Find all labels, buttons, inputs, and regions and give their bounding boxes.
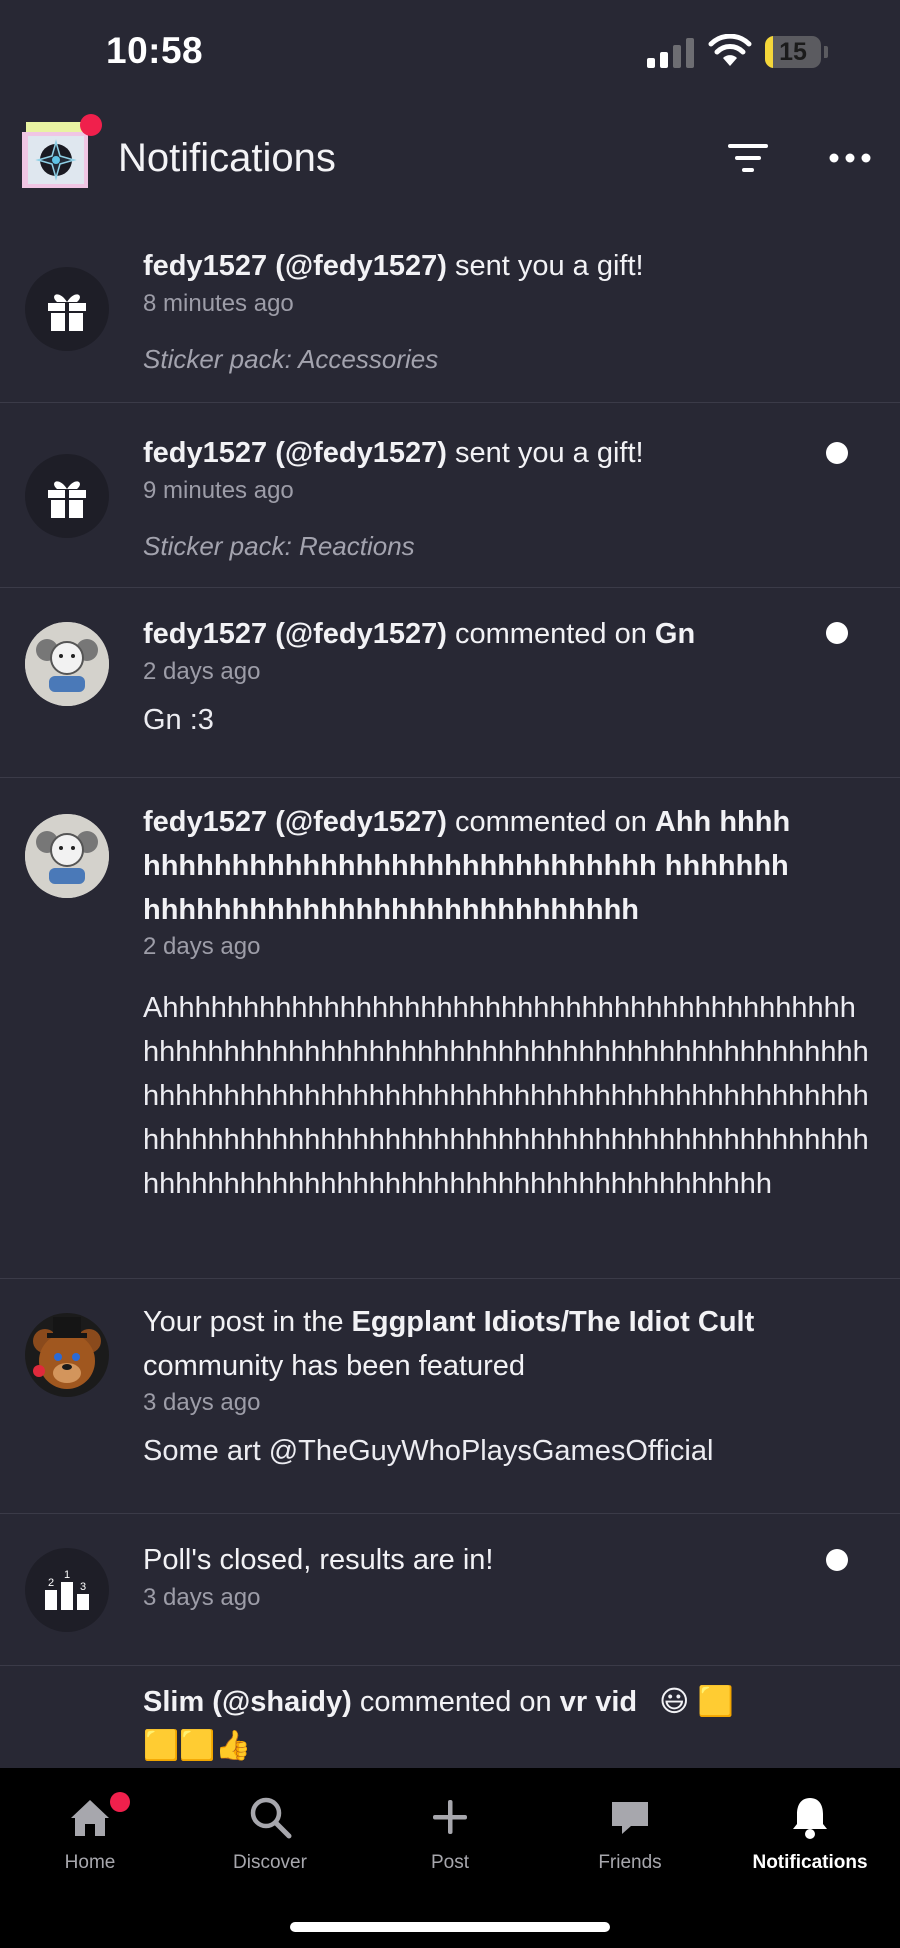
tab-label: Post xyxy=(430,1852,470,1873)
unread-dot xyxy=(826,1549,848,1571)
notification-time: 3 days ago xyxy=(143,1389,261,1416)
more-options-icon[interactable] xyxy=(826,146,874,170)
notification-item[interactable]: fedy1527 (@fedy1527) sent you a gift! 8 … xyxy=(0,220,900,403)
notification-body: Gn :3 xyxy=(143,704,214,736)
community-icon[interactable] xyxy=(20,114,102,192)
tab-post[interactable]: Post xyxy=(360,1792,540,1874)
bear-drawing-icon xyxy=(25,622,109,706)
notification-item[interactable]: Your post in the Eggplant Idiots/The Idi… xyxy=(0,1279,900,1514)
notification-title: fedy1527 (@fedy1527) commented on Ahh hh… xyxy=(143,806,791,926)
battery-nub xyxy=(824,46,828,58)
status-bar: 10:58 15 xyxy=(0,0,900,100)
tab-notifications[interactable]: Notifications xyxy=(720,1792,900,1874)
svg-text:1: 1 xyxy=(64,1569,70,1581)
gift-avatar xyxy=(25,454,109,538)
notification-time: 9 minutes ago xyxy=(143,477,294,504)
notification-subtitle: Sticker pack: Accessories xyxy=(143,344,439,374)
freddy-bear-icon xyxy=(33,1317,101,1389)
notification-title: Your post in the Eggplant Idiots/The Idi… xyxy=(143,1306,755,1382)
home-icon xyxy=(71,1800,109,1836)
notification-title: fedy1527 (@fedy1527) commented on Gn xyxy=(143,618,696,650)
notification-time: 8 minutes ago xyxy=(143,290,294,317)
notification-item[interactable]: fedy1527 (@fedy1527) commented on Gn 2 d… xyxy=(0,588,900,778)
chat-icon xyxy=(612,1802,648,1834)
notification-time: 3 days ago xyxy=(143,1584,261,1611)
tab-label: Home xyxy=(64,1852,116,1873)
search-icon xyxy=(250,1797,292,1839)
poll-icon: 2 1 3 xyxy=(45,1569,89,1610)
user-avatar[interactable] xyxy=(25,622,109,706)
tab-discover[interactable]: Discover xyxy=(180,1792,360,1874)
notification-item[interactable]: 2 1 3 Poll's closed, results are in! 3 d… xyxy=(0,1514,900,1666)
home-badge xyxy=(110,1792,130,1812)
tab-label: Discover xyxy=(233,1852,307,1873)
notification-body: Some art @TheGuyWhoPlaysGamesOfficial xyxy=(143,1435,714,1467)
unread-dot xyxy=(826,622,848,644)
tab-label: Notifications xyxy=(752,1852,868,1873)
bell-icon xyxy=(793,1798,827,1839)
notification-title: fedy1527 (@fedy1527) sent you a gift! xyxy=(143,437,644,469)
notification-body: Ahhhhhhhhhhhhhhhhhhhhhhhhhhhhhhhhhhhhhhh… xyxy=(143,992,869,1200)
filter-icon[interactable] xyxy=(724,140,772,176)
notification-time: 2 days ago xyxy=(143,933,261,960)
page-title: Notifications xyxy=(118,136,336,180)
svg-text:2: 2 xyxy=(48,1577,54,1589)
notification-title-continued: 🟨🟨👍 xyxy=(143,1730,252,1762)
gift-icon xyxy=(48,294,86,331)
bottom-tab-bar: Home Discover Post Friends Notifications xyxy=(0,1768,900,1948)
home-indicator[interactable] xyxy=(290,1922,610,1932)
notification-item[interactable]: fedy1527 (@fedy1527) commented on Ahh hh… xyxy=(0,778,900,1279)
tab-friends[interactable]: Friends xyxy=(540,1792,720,1874)
notification-time: 2 days ago xyxy=(143,658,261,685)
poll-avatar: 2 1 3 xyxy=(25,1548,109,1632)
notification-list: fedy1527 (@fedy1527) sent you a gift! 8 … xyxy=(0,220,900,1786)
gift-icon xyxy=(48,481,86,518)
notification-subtitle: Sticker pack: Reactions xyxy=(143,531,415,561)
svg-text:3: 3 xyxy=(80,1581,86,1593)
gift-avatar xyxy=(25,267,109,351)
user-avatar[interactable] xyxy=(25,814,109,898)
community-notification-dot xyxy=(80,114,102,136)
bear-avatar[interactable] xyxy=(25,1313,109,1397)
signal-icon xyxy=(647,38,694,68)
page-header: Notifications xyxy=(0,100,900,220)
battery-indicator: 15 xyxy=(765,36,821,68)
unread-dot xyxy=(826,442,848,464)
battery-level: 15 xyxy=(779,38,807,66)
wifi-icon xyxy=(708,34,752,66)
plus-icon xyxy=(433,1800,467,1834)
status-time: 10:58 xyxy=(106,30,204,71)
notification-title: fedy1527 (@fedy1527) sent you a gift! xyxy=(143,250,644,282)
bear-drawing-icon xyxy=(25,814,109,898)
notification-title: Poll's closed, results are in! xyxy=(143,1544,494,1576)
emoji-line-1: 😃 🟨 xyxy=(659,1686,734,1718)
tab-label: Friends xyxy=(598,1852,662,1873)
notification-title: Slim (@shaidy) commented on vr vid 😃 🟨 xyxy=(143,1686,734,1718)
tab-home[interactable]: Home xyxy=(0,1792,180,1874)
notification-item[interactable]: fedy1527 (@fedy1527) sent you a gift! 9 … xyxy=(0,403,900,588)
